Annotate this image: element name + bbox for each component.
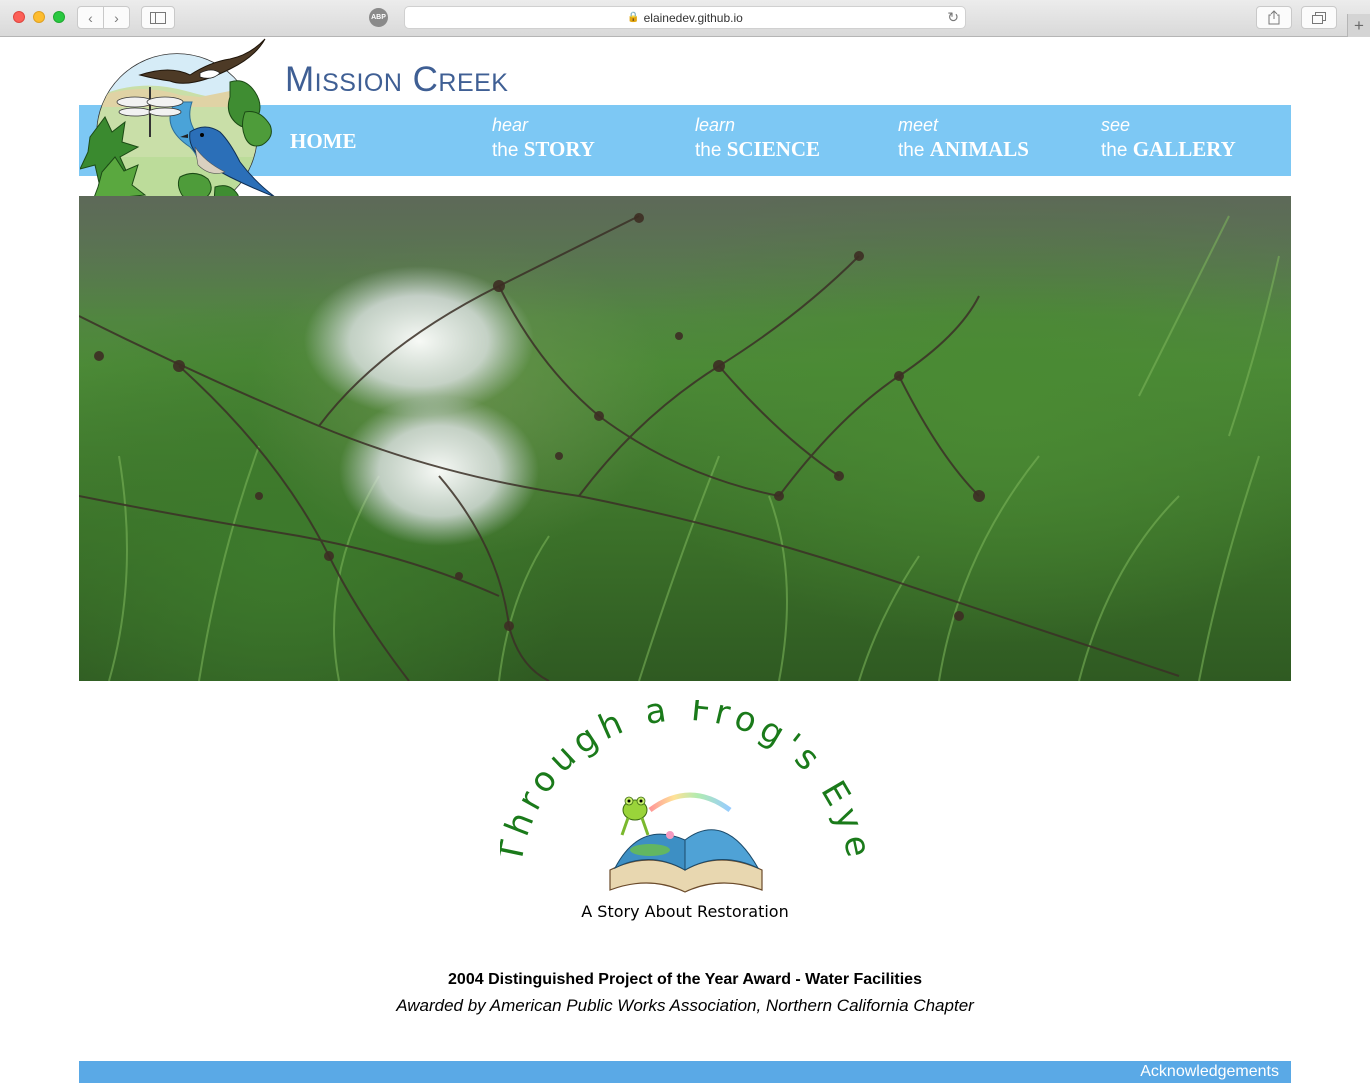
reload-icon[interactable]: ↻ [947, 9, 959, 26]
chevron-left-icon: ‹ [88, 9, 93, 26]
share-icon [1268, 10, 1280, 25]
nav-gallery-text: the GALLERY [1101, 137, 1236, 161]
frog-subtitle: A Story About Restoration [581, 902, 788, 921]
back-button[interactable]: ‹ [77, 6, 104, 29]
share-button[interactable] [1256, 6, 1292, 29]
nav-animals[interactable]: meet the ANIMALS [898, 115, 1029, 162]
acknowledgements-link[interactable]: Acknowledgements [1140, 1063, 1279, 1081]
frog-book-logo[interactable]: Through a Frog's Eye A Story About Resto… [500, 700, 870, 930]
seed-fluff-photo [79, 196, 1291, 681]
nav-gallery[interactable]: see the GALLERY [1101, 115, 1236, 162]
browser-toolbar: ‹ › ABP 🔒 elainedev.github.io ↻ + [0, 0, 1370, 37]
award-title: 2004 Distinguished Project of the Year A… [448, 971, 922, 988]
nav-science-text: the SCIENCE [695, 137, 821, 161]
nav-animals-text: the ANIMALS [898, 137, 1029, 161]
tabs-icon [1312, 11, 1326, 24]
new-tab-button[interactable]: + [1347, 14, 1370, 37]
chevron-right-icon: › [114, 9, 119, 26]
nav-gallery-verb: see [1101, 115, 1131, 135]
nav-science-verb: learn [695, 115, 736, 135]
award-subtitle: Awarded by American Public Works Associa… [396, 996, 974, 1015]
minimize-window-button[interactable] [33, 11, 45, 23]
mission-creek-logo[interactable] [80, 37, 280, 213]
nav-story-text: the STORY [492, 137, 595, 161]
adblock-icon[interactable]: ABP [369, 8, 388, 27]
nav-story-verb: hear [492, 115, 529, 135]
sidebar-icon [150, 11, 166, 24]
nav-animals-verb: meet [898, 115, 939, 135]
forward-button[interactable]: › [103, 6, 130, 29]
nav-story[interactable]: hear the STORY [492, 115, 595, 162]
zoom-window-button[interactable] [53, 11, 65, 23]
sidebar-toggle-button[interactable] [141, 6, 175, 29]
address-bar[interactable]: 🔒 elainedev.github.io ↻ [404, 6, 966, 29]
lock-icon: 🔒 [627, 12, 640, 23]
hero-photo [79, 196, 1291, 681]
footer-bar: Acknowledgements [79, 1061, 1291, 1083]
site-title[interactable]: Mission Creek [285, 60, 508, 100]
close-window-button[interactable] [13, 11, 25, 23]
nav-home[interactable]: HOME [290, 129, 357, 154]
show-tabs-button[interactable] [1301, 6, 1337, 29]
url-text: elainedev.github.io [643, 10, 743, 25]
nav-science[interactable]: learn the SCIENCE [695, 115, 820, 162]
